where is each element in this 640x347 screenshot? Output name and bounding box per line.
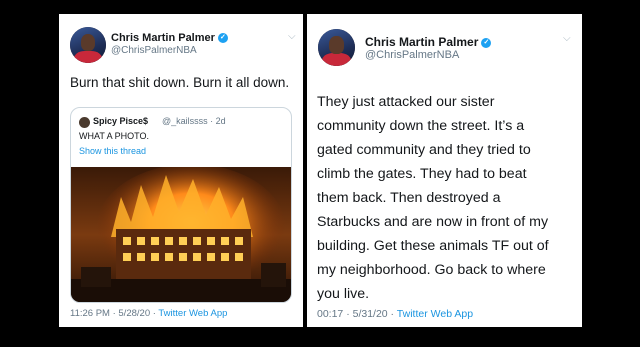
author-name[interactable]: Chris Martin Palmer ✓ [365, 35, 492, 49]
quoted-avatar [79, 117, 90, 128]
verified-badge-icon: ✓ [217, 33, 228, 44]
tweet-footer: 00:17 · 5/31/20 · Twitter Web App [317, 308, 473, 320]
tweet-footer: 11:26 PM · 5/28/20 · Twitter Web App [70, 308, 227, 319]
tweet-text: They just attacked our sister community … [317, 94, 549, 302]
timestamp[interactable]: 00:17 · 5/31/20 [317, 308, 388, 320]
tweet-card-1: Chris Martin Palmer ✓ @ChrisPalmerNBA ⌵ B… [59, 14, 303, 327]
fire-building-photo[interactable] [71, 167, 291, 303]
source-link[interactable]: Twitter Web App [158, 308, 227, 319]
verified-badge-icon: ✓ [481, 37, 492, 48]
tweet-card-2: Chris Martin Palmer ✓ @ChrisPalmerNBA ⌵ T… [307, 14, 582, 327]
quoted-text: WHAT A PHOTO. [79, 131, 150, 141]
author-name[interactable]: Chris Martin Palmer ✓ [111, 32, 228, 44]
quoted-author-name: Spicy Pisce$ [93, 116, 149, 126]
chevron-down-icon[interactable]: ⌵ [563, 33, 571, 44]
quoted-meta: @_kailssss · 2d [162, 116, 226, 126]
author-handle[interactable]: @ChrisPalmerNBA [365, 49, 459, 61]
avatar[interactable] [318, 29, 355, 66]
source-link[interactable]: Twitter Web App [397, 308, 473, 320]
chevron-down-icon[interactable]: ⌵ [288, 31, 296, 42]
timestamp[interactable]: 11:26 PM · 5/28/20 [70, 308, 150, 319]
quoted-tweet[interactable]: Spicy Pisce$ @_kailssss · 2d WHAT A PHOT… [70, 107, 292, 303]
avatar[interactable] [70, 27, 106, 63]
show-thread-link[interactable]: Show this thread [79, 146, 146, 156]
tweet-text: Burn that shit down. Burn it all down. [70, 75, 290, 90]
separator: · [387, 308, 397, 320]
author-handle[interactable]: @ChrisPalmerNBA [111, 45, 197, 56]
